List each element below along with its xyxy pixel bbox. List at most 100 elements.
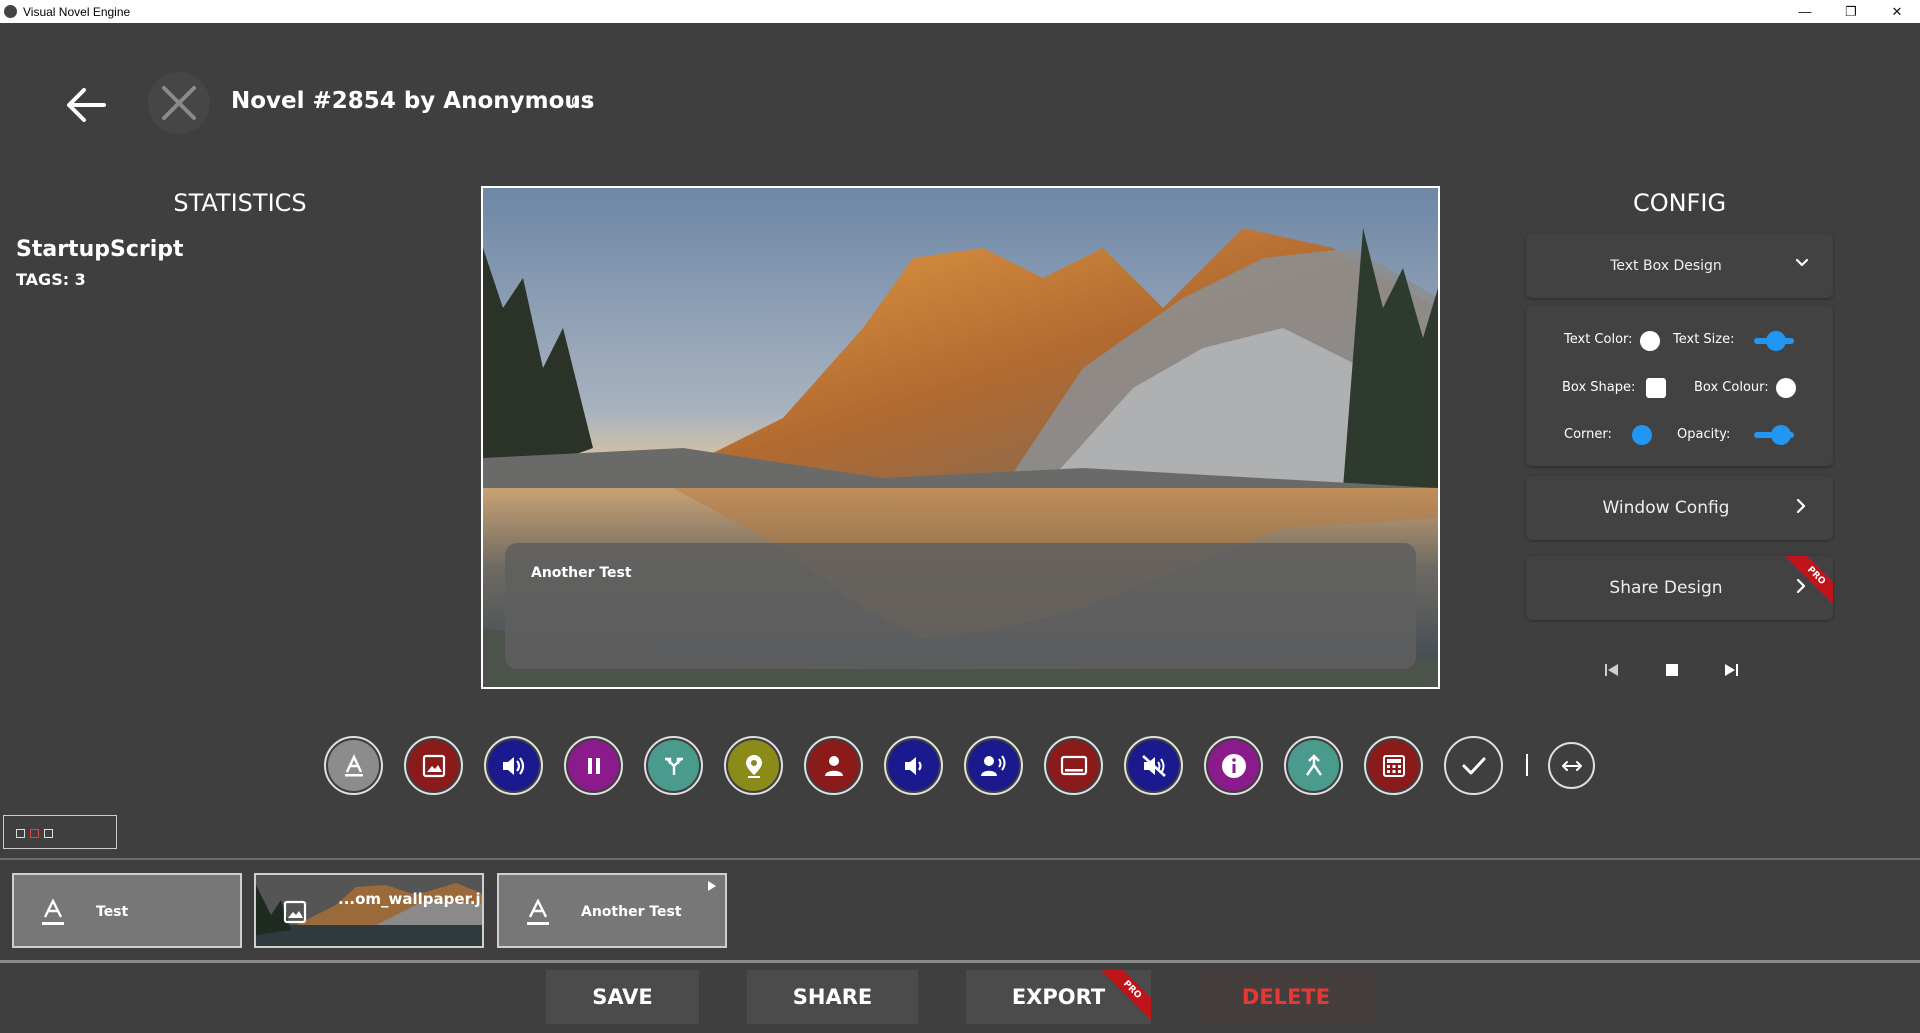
window-titlebar: Visual Novel Engine — ❐ ✕ <box>0 0 1920 23</box>
opacity-handle[interactable] <box>1771 425 1791 445</box>
timeline-top-divider <box>0 858 1920 860</box>
image-icon <box>283 900 307 924</box>
box-shape-label: Box Shape: <box>1562 380 1636 395</box>
merge-icon <box>1305 753 1322 776</box>
corner-slider-handle[interactable] <box>1632 425 1652 445</box>
add-calculator-button[interactable] <box>1364 736 1423 795</box>
minimize-button[interactable]: — <box>1782 0 1828 23</box>
skip-forward-icon[interactable] <box>1719 658 1743 682</box>
window-config-button[interactable]: Window Config <box>1526 476 1833 540</box>
location-pin-icon <box>745 754 762 778</box>
opacity-label: Opacity: <box>1677 427 1731 442</box>
window-config-label: Window Config <box>1602 498 1730 518</box>
text-size-handle[interactable] <box>1766 331 1786 351</box>
add-pause-button[interactable] <box>564 736 623 795</box>
play-indicator-icon <box>708 881 716 891</box>
add-sound-button[interactable] <box>484 736 543 795</box>
add-volume-button[interactable] <box>884 736 943 795</box>
mute-icon <box>1141 754 1166 777</box>
add-choice-button[interactable] <box>644 736 703 795</box>
timeline-item-label: Another Test <box>581 904 682 920</box>
scene-preview[interactable]: Another Test <box>481 186 1440 689</box>
sound-icon <box>502 756 524 775</box>
command-toolbar <box>0 736 1920 796</box>
chevron-right-icon <box>1796 498 1806 514</box>
voice-icon <box>980 754 1005 776</box>
back-button[interactable] <box>64 85 108 125</box>
view-square-1 <box>16 829 25 838</box>
view-toggle[interactable] <box>3 815 117 849</box>
share-design-label: Share Design <box>1609 578 1723 598</box>
view-square-2 <box>30 829 39 838</box>
text-color-label: Text Color: <box>1564 332 1633 347</box>
calculator-icon <box>1382 754 1405 777</box>
swap-horizontal-icon <box>1561 760 1582 771</box>
app-icon <box>4 5 17 18</box>
arrow-left-icon <box>67 88 106 122</box>
version-label: 0.1 <box>571 95 594 111</box>
playback-controls <box>1600 658 1760 682</box>
save-button[interactable]: SAVE <box>546 970 699 1024</box>
checkmark-icon <box>1462 757 1485 774</box>
text-icon <box>344 753 363 776</box>
chevron-right-icon <box>1796 578 1806 594</box>
text-icon <box>527 899 549 925</box>
config-heading: CONFIG <box>1632 189 1727 217</box>
box-colour-picker[interactable] <box>1776 378 1796 398</box>
page-title: Novel #2854 by Anonymous <box>231 88 595 114</box>
view-square-3 <box>44 829 53 838</box>
text-box-options: Text Color: Text Size: Box Shape: Box Co… <box>1526 306 1833 466</box>
timeline-item-label: ...om_wallpaper.jpg <box>338 890 482 908</box>
box-colour-label: Box Colour: <box>1694 380 1769 395</box>
statistics-heading: STATISTICS <box>173 189 307 217</box>
swap-button[interactable] <box>1548 742 1595 789</box>
script-name: StartupScript <box>16 237 184 262</box>
export-button[interactable]: EXPORT PRO <box>966 970 1151 1024</box>
close-icon <box>162 86 196 120</box>
add-text-button[interactable] <box>324 736 383 795</box>
close-novel-button[interactable] <box>148 72 210 134</box>
pause-icon <box>587 757 600 774</box>
add-image-button[interactable] <box>404 736 463 795</box>
dropdown-label: Text Box Design <box>1610 258 1722 274</box>
text-icon <box>42 899 64 925</box>
add-info-button[interactable] <box>1204 736 1263 795</box>
chevron-down-icon <box>1795 258 1809 267</box>
volume-icon <box>904 756 922 775</box>
done-button[interactable] <box>1444 736 1503 795</box>
text-size-label: Text Size: <box>1673 332 1735 347</box>
add-mute-button[interactable] <box>1124 736 1183 795</box>
add-location-button[interactable] <box>724 736 783 795</box>
add-character-button[interactable] <box>804 736 863 795</box>
timeline-item[interactable]: ...om_wallpaper.jpg <box>254 873 484 948</box>
dialogue-text: Another Test <box>531 565 632 581</box>
text-box-design-dropdown[interactable]: Text Box Design <box>1526 234 1833 298</box>
person-icon <box>824 755 843 776</box>
add-jump-button[interactable] <box>1284 736 1343 795</box>
box-shape-picker[interactable] <box>1646 378 1666 398</box>
image-icon <box>422 754 445 777</box>
text-color-picker[interactable] <box>1640 331 1660 351</box>
close-window-button[interactable]: ✕ <box>1874 0 1920 23</box>
screen-icon <box>1060 755 1087 775</box>
export-label: EXPORT <box>1011 985 1106 1009</box>
timeline-bottom-divider <box>0 960 1920 963</box>
timeline-item-label: Test <box>96 904 129 920</box>
branch-icon <box>664 757 683 775</box>
timeline-item[interactable]: Test <box>12 873 242 948</box>
delete-button[interactable]: DELETE <box>1198 970 1374 1024</box>
window-title: Visual Novel Engine <box>23 4 131 19</box>
dialogue-textbox: Another Test <box>505 543 1416 669</box>
add-voice-button[interactable] <box>964 736 1023 795</box>
tags-count: TAGS: 3 <box>16 270 86 289</box>
stop-icon[interactable] <box>1660 658 1684 682</box>
share-design-button[interactable]: Share Design PRO <box>1526 556 1833 620</box>
toolbar-divider <box>1526 754 1528 776</box>
corner-label: Corner: <box>1564 427 1612 442</box>
add-textbox-button[interactable] <box>1044 736 1103 795</box>
timeline-item[interactable]: Another Test <box>497 873 727 948</box>
info-icon <box>1221 753 1246 778</box>
share-button[interactable]: SHARE <box>747 970 918 1024</box>
restore-button[interactable]: ❐ <box>1828 0 1874 23</box>
skip-back-icon[interactable] <box>1600 658 1624 682</box>
